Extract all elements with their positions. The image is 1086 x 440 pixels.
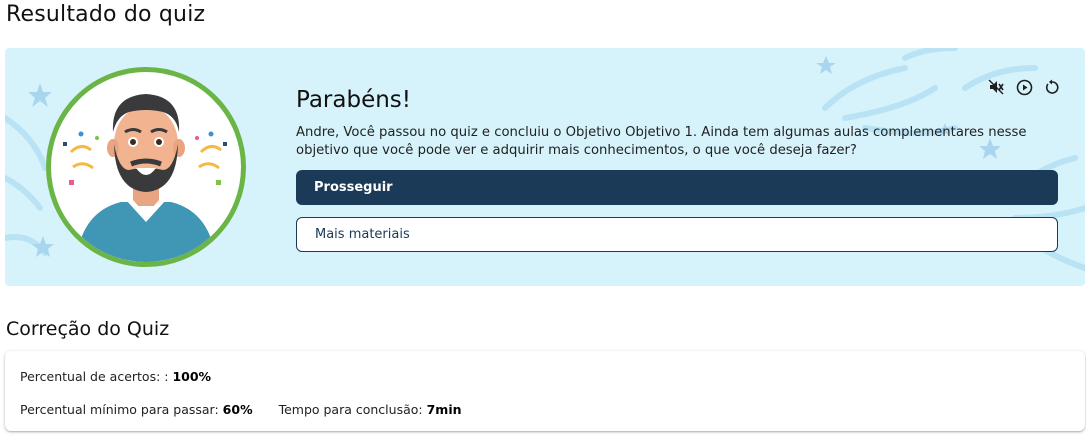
time-label: Tempo para conclusão: — [278, 402, 423, 417]
accuracy-value: 100% — [172, 369, 212, 384]
min-pass-value: 60% — [222, 402, 253, 417]
pass-and-time-stats: Percentual mínimo para passar: 60% Tempo… — [20, 402, 462, 417]
accuracy-label: Percentual de acertos: : — [20, 369, 169, 384]
quiz-correction-card: Percentual de acertos: : 100% Percentual… — [5, 351, 1085, 431]
avatar — [46, 67, 246, 267]
play-icon[interactable] — [1015, 78, 1033, 96]
proceed-button[interactable]: Prosseguir — [296, 170, 1058, 205]
quiz-result-banner: Parabéns! Andre, Você passou no quiz e c… — [5, 48, 1085, 286]
replay-icon[interactable] — [1043, 78, 1061, 96]
mute-icon[interactable] — [987, 78, 1005, 96]
media-controls — [987, 78, 1061, 98]
min-pass-label: Percentual mínimo para passar: — [20, 402, 219, 417]
section-title: Correção do Quiz — [6, 318, 170, 340]
time-value: 7min — [426, 402, 462, 417]
result-message: Andre, Você passou no quiz e concluiu o … — [296, 125, 1027, 158]
result-heading: Parabéns! — [296, 87, 412, 113]
man-avatar-illustration — [63, 94, 227, 262]
accuracy-stat: Percentual de acertos: : 100% — [20, 369, 211, 384]
page-title: Resultado do quiz — [6, 2, 206, 27]
more-materials-button[interactable]: Mais materiais — [296, 217, 1058, 252]
